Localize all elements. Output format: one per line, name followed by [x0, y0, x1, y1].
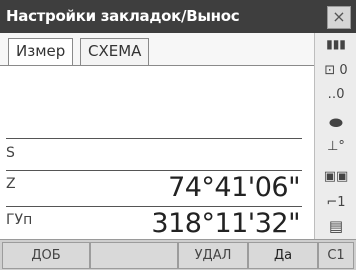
measurement-panel: S Z 74°41'06" ГУп 318°11'32" — [0, 65, 314, 240]
zenith-value: 74°41'06" — [168, 172, 300, 203]
keyboard-icon[interactable]: ▤ — [315, 217, 356, 235]
softkey-bar: ДОБ УДАЛ Да C1 — [0, 239, 356, 270]
add-button[interactable]: ДОБ — [2, 242, 90, 269]
row-zenith: Z 74°41'06" — [0, 172, 314, 206]
tilt-icon[interactable]: ⊥° — [315, 139, 356, 154]
page-button[interactable]: C1 — [318, 242, 354, 269]
horizontal-angle-label: ГУп — [6, 212, 33, 228]
yes-button[interactable]: Да — [248, 242, 318, 269]
zenith-label: Z — [6, 176, 16, 192]
tab-measure[interactable]: Измер — [8, 38, 74, 67]
target-icon[interactable]: ⊡ 0 — [315, 63, 356, 78]
memory-icon[interactable]: ▣▣ — [315, 169, 356, 184]
empty-softkey[interactable] — [90, 242, 178, 269]
divider — [6, 170, 302, 171]
delete-button[interactable]: УДАЛ — [178, 242, 248, 269]
tab-bar: Измер СХЕМА — [0, 33, 314, 67]
tab-scheme[interactable]: СХЕМА — [80, 38, 150, 66]
row-horizontal-angle: ГУп 318°11'32" — [0, 206, 314, 240]
close-button[interactable]: × — [327, 6, 351, 29]
status-sidebar: ▮▮▮ ⊡ 0 ‥0 ⬬ ⊥° ▣▣ ⌐1 ▤ — [314, 33, 356, 239]
battery-icon: ▮▮▮ — [326, 37, 346, 51]
row-slope-distance: S — [0, 143, 314, 167]
prism-constant-icon[interactable]: ‥0 — [315, 87, 356, 102]
horizontal-angle-value: 318°11'32" — [151, 208, 300, 239]
laser-icon[interactable]: ⬬ — [315, 113, 356, 133]
window-title: Настройки закладок/Вынос — [6, 7, 240, 25]
slope-distance-label: S — [6, 145, 15, 161]
title-bar: Настройки закладок/Вынос × — [0, 0, 356, 33]
level-icon[interactable]: ⌐1 — [315, 195, 356, 210]
divider — [6, 138, 302, 139]
